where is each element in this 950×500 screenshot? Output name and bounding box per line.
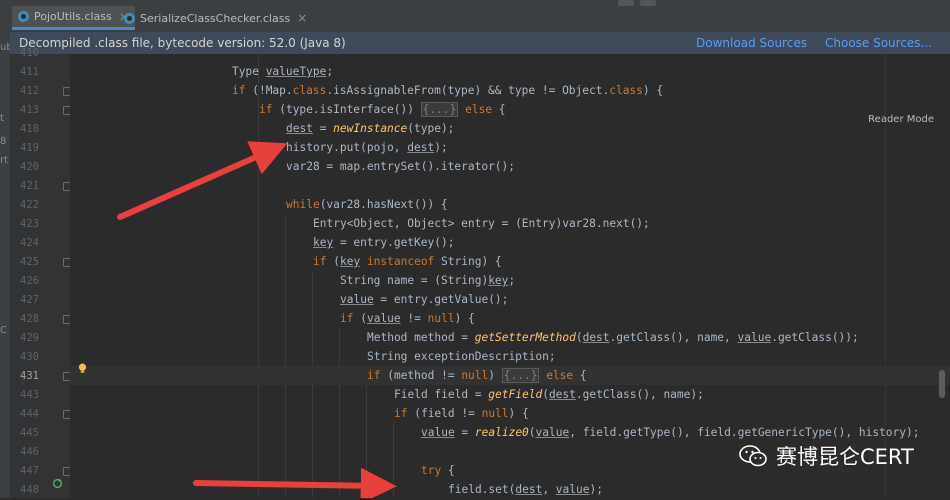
- annotation-arrow: [117, 141, 288, 220]
- annotation-overlay: [117, 141, 397, 498]
- wechat-icon: [739, 445, 767, 467]
- annotation-arrow: [193, 467, 397, 498]
- watermark: 赛博昆仑CERT: [738, 438, 928, 474]
- watermark-text: 赛博昆仑CERT: [776, 445, 914, 469]
